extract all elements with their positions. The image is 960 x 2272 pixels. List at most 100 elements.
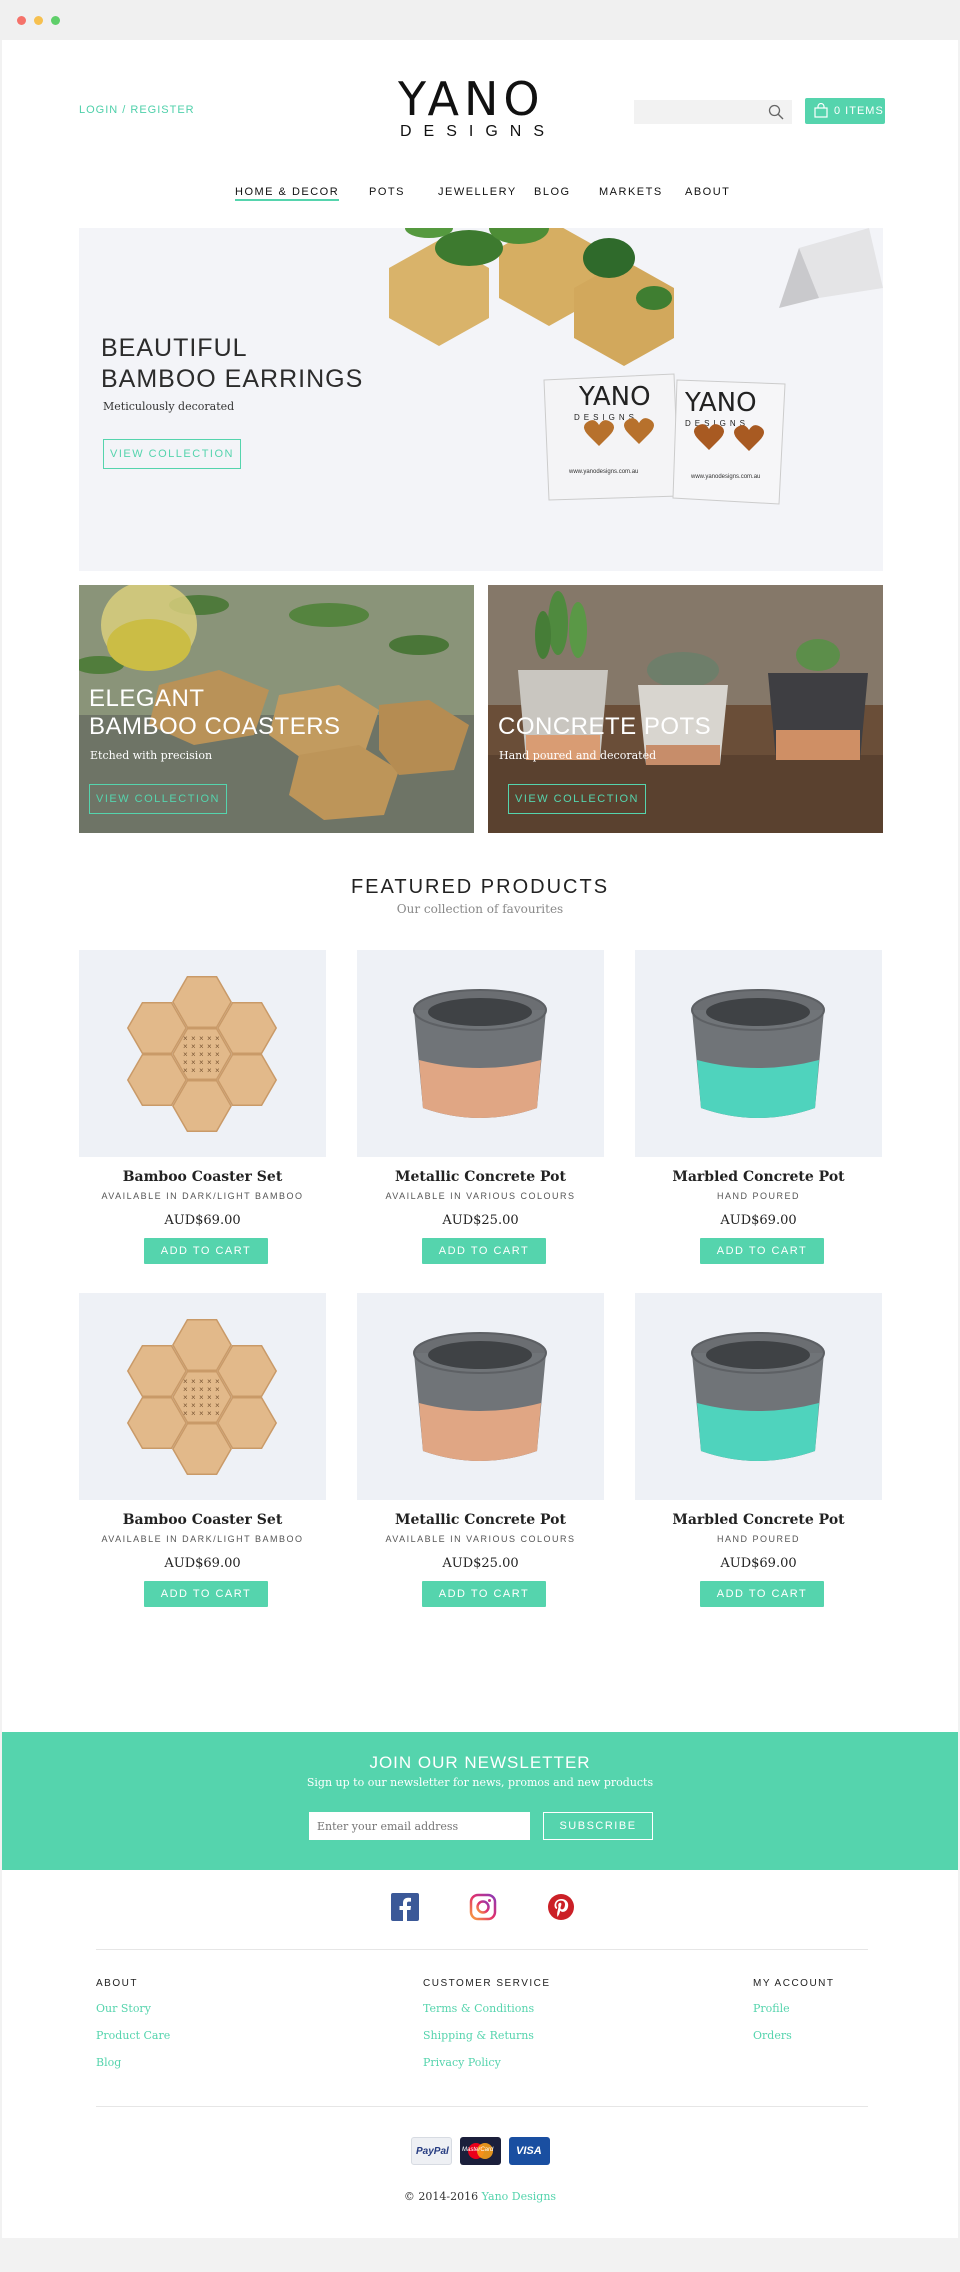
add-to-cart-button[interactable]: ADD TO CART: [422, 1581, 546, 1607]
logo-subtitle: DESIGNS: [400, 123, 557, 140]
product-name[interactable]: Metallic Concrete Pot: [357, 1512, 604, 1528]
subscribe-button[interactable]: SUBSCRIBE: [543, 1812, 653, 1840]
product-note: HAND POURED: [716, 1191, 800, 1201]
product-note: HAND POURED: [716, 1534, 800, 1544]
svg-text:×: ×: [183, 1066, 188, 1075]
login-register-link[interactable]: LOGIN / REGISTER: [79, 104, 195, 116]
product-price: AUD$69.00: [164, 1556, 241, 1571]
svg-text:×: ×: [183, 1409, 188, 1418]
product-image[interactable]: [635, 950, 882, 1157]
maximize-window-dot[interactable]: [51, 16, 60, 25]
search-input[interactable]: [634, 100, 792, 124]
promo-subtitle-pots: Hand poured and decorated: [499, 749, 657, 762]
site-logo[interactable]: YANO DESIGNS: [398, 76, 566, 146]
nav-item-about[interactable]: ABOUT: [685, 186, 730, 198]
newsletter-email-input[interactable]: [309, 1812, 530, 1840]
promo-tile-pots[interactable]: CONCRETE POTS Hand poured and decorated …: [488, 585, 883, 833]
instagram-icon[interactable]: [469, 1893, 497, 1921]
close-window-dot[interactable]: [17, 16, 26, 25]
product-card[interactable]: × × × × × × × × × × × × × × × × × × × × × × × × × Bamboo Coaster …: [79, 1293, 326, 1637]
footer-link-product-care[interactable]: Product Care: [96, 2029, 170, 2042]
facebook-icon[interactable]: [391, 1893, 419, 1921]
pinterest-icon[interactable]: [547, 1893, 575, 1921]
svg-text:×: ×: [191, 1409, 196, 1418]
product-note: AVAILABLE IN VARIOUS COLOURS: [385, 1191, 576, 1201]
minimize-window-dot[interactable]: [34, 16, 43, 25]
add-to-cart-button[interactable]: ADD TO CART: [144, 1238, 268, 1264]
shopping-bag-icon: [814, 103, 828, 118]
promo-tile-coasters[interactable]: ELEGANT BAMBOO COASTERS Etched with prec…: [79, 585, 474, 833]
add-to-cart-button[interactable]: ADD TO CART: [422, 1238, 546, 1264]
hero-subtitle: Meticulously decorated: [103, 400, 235, 413]
concrete-pot-teal-image: [691, 989, 825, 1118]
product-card[interactable]: × × × × × × × × × × × × × × × × × × × × × × × × × Bamboo Coaster …: [79, 950, 326, 1294]
hexagon-coaster-set-image: ×××××××××××××××××××××××××: [126, 1319, 278, 1475]
add-to-cart-button[interactable]: ADD TO CART: [700, 1581, 824, 1607]
footer-heading-about: ABOUT: [96, 1978, 138, 1989]
footer-link-terms[interactable]: Terms & Conditions: [423, 2002, 534, 2015]
product-note: AVAILABLE IN DARK/LIGHT BAMBOO: [101, 1534, 304, 1544]
product-image[interactable]: [357, 1293, 604, 1500]
product-card[interactable]: Metallic Concrete Pot AVAILABLE IN VARIOU…: [357, 1293, 604, 1637]
paypal-icon: PayPal: [411, 2137, 452, 2165]
footer-link-privacy[interactable]: Privacy Policy: [423, 2056, 501, 2069]
mastercard-label: MasterCard: [462, 2147, 494, 2153]
add-to-cart-button[interactable]: ADD TO CART: [700, 1238, 824, 1264]
copyright-brand-link[interactable]: Yano Designs: [482, 2190, 556, 2203]
copyright-text: © 2014-2016: [403, 2190, 479, 2203]
product-name[interactable]: Marbled Concrete Pot: [635, 1512, 882, 1528]
hero-view-collection-button[interactable]: VIEW COLLECTION: [103, 439, 241, 469]
featured-title: FEATURED PRODUCTS: [350, 876, 610, 898]
nav-item-pots[interactable]: POTS: [369, 186, 405, 198]
nav-item-home-decor[interactable]: HOME & DECOR: [235, 186, 340, 201]
product-note: AVAILABLE IN DARK/LIGHT BAMBOO: [101, 1191, 304, 1201]
promo-coasters-line2: BAMBOO COASTERS: [89, 713, 341, 740]
visa-label: VISA: [516, 2145, 542, 2157]
footer-divider-top: [96, 1949, 868, 1950]
product-note: AVAILABLE IN VARIOUS COLOURS: [385, 1534, 576, 1544]
newsletter-title: JOIN OUR NEWSLETTER: [369, 1753, 591, 1772]
add-to-cart-button[interactable]: ADD TO CART: [144, 1581, 268, 1607]
product-card[interactable]: Marbled Concrete Pot HAND POURED AUD$69.00…: [635, 950, 882, 1294]
search-icon[interactable]: [768, 104, 784, 120]
nav-item-blog[interactable]: BLOG: [534, 186, 571, 198]
product-price: AUD$69.00: [720, 1556, 797, 1571]
concrete-pot-copper-image: [413, 989, 547, 1118]
cart-label: 0 ITEMS: [834, 105, 884, 117]
product-image[interactable]: [357, 950, 604, 1157]
svg-text:×: ×: [207, 1066, 212, 1075]
concrete-pot-copper-image: [413, 1332, 547, 1461]
nav-item-jewellery[interactable]: JEWELLERY: [438, 186, 517, 198]
product-name[interactable]: Metallic Concrete Pot: [357, 1169, 604, 1185]
product-name[interactable]: Bamboo Coaster Set: [79, 1512, 326, 1528]
product-price: AUD$69.00: [720, 1213, 797, 1228]
hexagon-coaster-set-image: ×××××××××××××××××××××××××: [126, 976, 278, 1132]
footer-link-shipping[interactable]: Shipping & Returns: [423, 2029, 534, 2042]
footer-link-blog[interactable]: Blog: [96, 2056, 121, 2069]
footer-link-our-story[interactable]: Our Story: [96, 2002, 151, 2015]
product-card[interactable]: Metallic Concrete Pot AVAILABLE IN VARIOU…: [357, 950, 604, 1294]
earring-card-left: YANO DESIGNS www.yanodesigns.com.au: [543, 373, 680, 501]
card-brand-right: YANO: [684, 388, 757, 418]
svg-text:×: ×: [191, 1066, 196, 1075]
card-url-right: www.yanodesigns.com.au: [690, 474, 760, 480]
nav-item-markets[interactable]: MARKETS: [599, 186, 663, 198]
product-image[interactable]: × × × × × × × × × × × × × × × × × × × × × × × × ×: [79, 950, 326, 1157]
cart-button[interactable]: 0 ITEMS: [805, 98, 885, 124]
product-image[interactable]: [635, 1293, 882, 1500]
coasters-view-collection-button[interactable]: VIEW COLLECTION: [89, 784, 227, 814]
featured-subtitle: Our collection of favourites: [396, 902, 564, 916]
product-card[interactable]: Marbled Concrete Pot HAND POURED AUD$69.00…: [635, 1293, 882, 1637]
footer-link-profile[interactable]: Profile: [753, 2002, 790, 2015]
newsletter-subtitle: Sign up to our newsletter for news, prom…: [306, 1776, 654, 1789]
pots-view-collection-button[interactable]: VIEW COLLECTION: [508, 784, 646, 814]
concrete-pot-teal-image: [691, 1332, 825, 1461]
earring-card-right: YANO DESIGNS www.yanodesigns.com.au: [672, 379, 786, 505]
newsletter-section: JOIN OUR NEWSLETTER Sign up to our newsl…: [2, 1732, 958, 1870]
footer-link-orders[interactable]: Orders: [753, 2029, 792, 2042]
product-name[interactable]: Marbled Concrete Pot: [635, 1169, 882, 1185]
product-name[interactable]: Bamboo Coaster Set: [79, 1169, 326, 1185]
product-image[interactable]: × × × × × × × × × × × × × × × × × × × × × × × × ×: [79, 1293, 326, 1500]
logo-wordmark: YANO: [398, 72, 545, 126]
mastercard-icon: MasterCard: [460, 2137, 501, 2165]
